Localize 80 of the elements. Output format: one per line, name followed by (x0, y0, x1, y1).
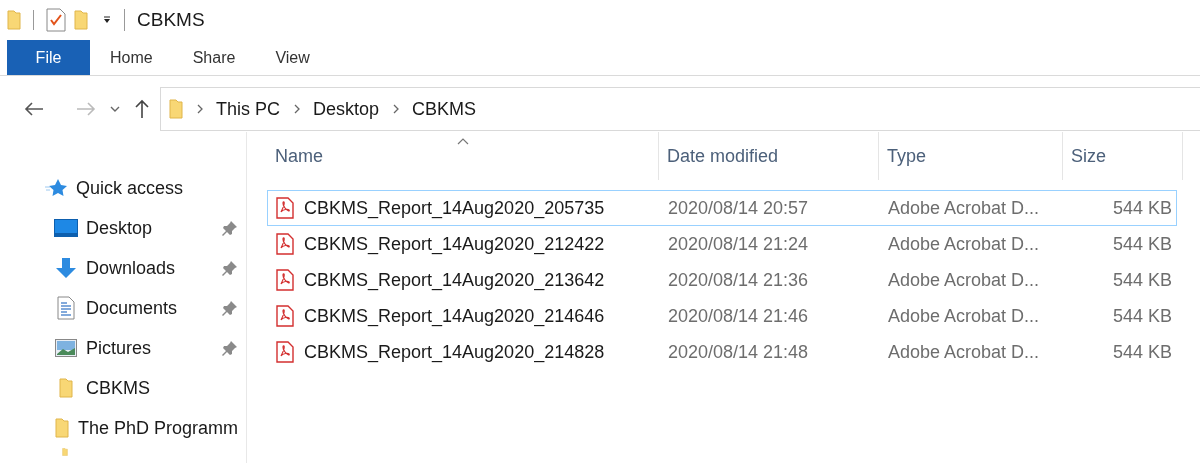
up-arrow-icon[interactable] (134, 99, 150, 119)
size-cell-text: 544 KB (1111, 304, 1172, 328)
size-cell-text: 544 KB (1111, 232, 1172, 256)
column-header[interactable]: Date modified (659, 132, 879, 180)
pin-icon[interactable] (222, 300, 238, 316)
date-cell-text: 2020/08/14 21:46 (667, 304, 810, 328)
file-row[interactable]: CBKMS_Report_14Aug2020_213642 2020/08/14 21:36 Adobe Acrobat D... 544 KB (267, 262, 1177, 298)
file-name: CBKMS_Report_14Aug2020_212422 (304, 232, 605, 257)
pin-icon[interactable] (222, 220, 238, 236)
picture-icon (55, 339, 77, 357)
date-cell-text: 2020/08/14 21:48 (667, 340, 810, 364)
chevron-right-icon[interactable] (197, 104, 204, 114)
pin-icon[interactable] (222, 340, 238, 356)
back-arrow-icon[interactable] (24, 101, 44, 117)
pdf-file-icon (276, 305, 294, 327)
ribbon-tab[interactable]: File (7, 40, 90, 75)
monitor-icon (54, 219, 78, 237)
sort-ascending-icon (457, 138, 469, 145)
file-row[interactable]: CBKMS_Report_14Aug2020_212422 2020/08/14 21:24 Adobe Acrobat D... 544 KB (267, 226, 1177, 262)
date-cell-text: 2020/08/14 21:24 (667, 232, 810, 256)
pdf-file-icon (276, 197, 294, 219)
dropdown-caret-icon[interactable] (102, 15, 112, 25)
document-icon (57, 296, 75, 320)
ribbon-tab[interactable]: Share (172, 40, 256, 75)
breadcrumb-item[interactable]: This PC (216, 95, 280, 123)
sidebar-label: CBKMS (86, 376, 151, 400)
sidebar-label: The PhD Programm (77, 416, 238, 440)
breadcrumb-item[interactable]: Desktop (313, 95, 380, 123)
down-arrow-icon (55, 257, 77, 279)
folder-icon (7, 10, 21, 30)
size-cell-text: 544 KB (1111, 340, 1172, 364)
folder-icon (169, 99, 183, 119)
column-header[interactable]: Size (1063, 132, 1183, 180)
chevron-down-icon[interactable] (110, 105, 120, 113)
pdf-file-icon (276, 269, 294, 291)
pdf-file-icon (276, 233, 294, 255)
sidebar-label: Documents (86, 296, 179, 320)
sidebar-label: Pictures (86, 336, 153, 360)
folder-icon (54, 418, 69, 438)
type-cell-text: Adobe Acrobat D... (887, 340, 1041, 364)
sidebar-item[interactable]: The PhD Programm (0, 408, 246, 448)
ribbon-tab[interactable]: View (255, 40, 330, 75)
folder-icon (59, 378, 73, 398)
file-row[interactable]: CBKMS_Report_14Aug2020_214828 2020/08/14 21:48 Adobe Acrobat D... 544 KB (267, 334, 1177, 370)
file-row[interactable]: CBKMS_Report_14Aug2020_205735 2020/08/14 20:57 Adobe Acrobat D... 544 KB (267, 190, 1177, 226)
sidebar-label: Downloads (86, 256, 177, 280)
sidebar-item[interactable]: Pictures (0, 328, 246, 368)
type-cell-text: Adobe Acrobat D... (887, 304, 1041, 328)
file-name: CBKMS_Report_14Aug2020_213642 (304, 268, 605, 293)
sidebar-item[interactable]: Downloads (0, 248, 246, 288)
window-title: CBKMS (137, 7, 205, 32)
address-bar[interactable]: This PC Desktop CBKMS (160, 87, 1200, 131)
sidebar-item[interactable]: Desktop (0, 208, 246, 248)
size-cell-text: 544 KB (1111, 196, 1172, 220)
type-cell-text: Adobe Acrobat D... (887, 268, 1041, 292)
pin-icon[interactable] (222, 260, 238, 276)
column-header[interactable]: Name (267, 132, 659, 180)
checkmark-document-icon[interactable] (46, 8, 66, 32)
breadcrumb-item[interactable]: CBKMS (412, 95, 477, 123)
date-cell-text: 2020/08/14 21:36 (667, 268, 810, 292)
file-row[interactable]: CBKMS_Report_14Aug2020_214646 2020/08/14 21:46 Adobe Acrobat D... 544 KB (267, 298, 1177, 334)
ribbon-tab[interactable]: Home (90, 40, 173, 75)
sidebar-label: Quick access (76, 176, 185, 200)
sidebar-label: Desktop (86, 216, 154, 240)
column-header[interactable]: Type (879, 132, 1063, 180)
type-cell-text: Adobe Acrobat D... (887, 196, 1041, 220)
sidebar-item[interactable]: Documents (0, 288, 246, 328)
file-name: CBKMS_Report_14Aug2020_214828 (304, 340, 605, 365)
chevron-right-icon[interactable] (294, 104, 301, 114)
file-name: CBKMS_Report_14Aug2020_205735 (304, 196, 605, 221)
file-name: CBKMS_Report_14Aug2020_214646 (304, 304, 605, 329)
sidebar-item[interactable]: Quick access (0, 168, 246, 208)
star-icon (45, 178, 67, 198)
size-cell-text: 544 KB (1111, 268, 1172, 292)
date-cell-text: 2020/08/14 20:57 (667, 196, 810, 220)
pdf-file-icon (276, 341, 294, 363)
folder-icon (74, 10, 88, 30)
chevron-right-icon[interactable] (393, 104, 401, 114)
type-cell-text: Adobe Acrobat D... (887, 232, 1041, 256)
sidebar-item[interactable]: CBKMS (0, 368, 246, 408)
